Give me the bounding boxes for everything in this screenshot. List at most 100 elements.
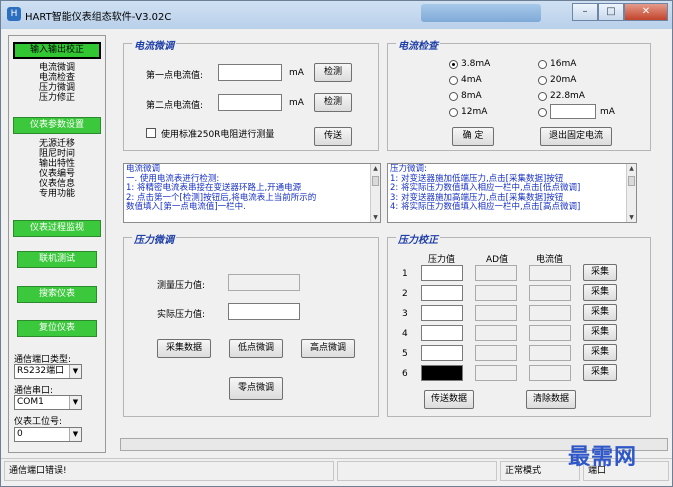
row-collect-button[interactable]: 采集 [583, 304, 617, 321]
first-current-input[interactable] [218, 64, 282, 81]
nav-item-damping-time[interactable]: 阻尼时间 [9, 149, 105, 159]
radio-22-8ma[interactable] [538, 92, 547, 101]
radio-4ma[interactable] [449, 76, 458, 85]
row-number: 5 [402, 349, 408, 359]
search-instrument-button[interactable]: 搜索仪表 [17, 286, 97, 303]
current-check-group: 电流检查 3.8mA 16mA 4mA 20mA 8mA 22.8mA 12mA… [387, 37, 651, 151]
nav-item-instrument-info[interactable]: 仪表信息 [9, 179, 105, 189]
second-current-input[interactable] [218, 94, 282, 111]
nav-item-current-trim[interactable]: 电流微调 [9, 63, 105, 73]
maximize-button[interactable]: □ [598, 3, 624, 21]
row-pressure-input[interactable] [421, 365, 463, 381]
pressure-help-textbox[interactable]: 压力微调: 1: 对变送器施加低端压力,点击[采集数据]按钮 2: 将实际压力数… [387, 163, 637, 223]
row-ad-input [475, 365, 517, 381]
row-collect-button[interactable]: 采集 [583, 364, 617, 381]
row-current-input [529, 325, 571, 341]
row-pressure-input[interactable] [421, 325, 463, 341]
input-output-correction-button[interactable]: 输入输出校正 [13, 42, 101, 59]
actual-pressure-label: 实际压力值: [157, 310, 206, 320]
scroll-down-icon[interactable]: ▼ [371, 213, 380, 223]
send-current-button[interactable]: 传送 [314, 127, 352, 146]
pressure-trim-group: 压力微调 测量压力值: 实际压力值: 采集数据 低点微调 高点微调 零点微调 [123, 231, 379, 417]
current-help-textbox[interactable]: 电流微调 一. 使用电流表进行检测: 1: 将精密电流表串接在变送器环路上,开通… [123, 163, 381, 223]
station-number-label: 仪表工位号: [14, 417, 63, 427]
send-data-button[interactable]: 传送数据 [424, 390, 474, 409]
collect-data-button[interactable]: 采集数据 [157, 339, 211, 358]
title-bar: H HART智能仪表组态软件-V3.02C – □ ✕ [1, 1, 672, 29]
radio-20ma[interactable] [538, 76, 547, 85]
second-current-unit: mA [289, 98, 304, 108]
process-monitor-button[interactable]: 仪表过程监视 [13, 220, 101, 237]
confirm-button[interactable]: 确 定 [452, 127, 494, 146]
nav-item-special-function[interactable]: 专用功能 [9, 189, 105, 199]
radio-custom[interactable] [538, 108, 547, 117]
row-ad-input [475, 345, 517, 361]
help-scrollbar[interactable]: ▲ ▼ [626, 164, 636, 222]
nav-item-instrument-number[interactable]: 仪表编号 [9, 169, 105, 179]
row-current-input [529, 345, 571, 361]
use-250r-resistor-checkbox[interactable] [146, 128, 156, 138]
row-collect-button[interactable]: 采集 [583, 324, 617, 341]
row-current-input [529, 285, 571, 301]
measured-pressure-label: 测量压力值: [157, 281, 206, 291]
client-area: 输入输出校正 电流微调 电流检查 压力微调 压力修正 仪表参数设置 无源迁移 阻… [5, 29, 668, 457]
scroll-up-icon[interactable]: ▲ [627, 164, 636, 174]
chevron-down-icon: ▼ [69, 365, 81, 378]
clear-data-button[interactable]: 清除数据 [526, 390, 576, 409]
row-current-input [529, 265, 571, 281]
detect-first-button[interactable]: 检测 [314, 63, 352, 82]
nav-item-pressure-trim[interactable]: 压力微调 [9, 83, 105, 93]
row-pressure-input[interactable] [421, 305, 463, 321]
radio-12ma[interactable] [449, 108, 458, 117]
station-number-select[interactable]: 0 ▼ [14, 427, 82, 442]
exit-fixed-current-button[interactable]: 退出固定电流 [540, 127, 612, 146]
port-type-select[interactable]: RS232端口 ▼ [14, 364, 82, 379]
close-button[interactable]: ✕ [624, 3, 668, 21]
watermark-text: 最需网 [568, 444, 638, 470]
minimize-button[interactable]: – [572, 3, 598, 21]
row-number: 2 [402, 289, 408, 299]
row-ad-input [475, 325, 517, 341]
radio-20ma-label: 20mA [550, 75, 577, 85]
row-collect-button[interactable]: 采集 [583, 264, 617, 281]
actual-pressure-input[interactable] [228, 303, 300, 320]
low-point-trim-button[interactable]: 低点微调 [229, 339, 283, 358]
radio-16ma[interactable] [538, 60, 547, 69]
help-scrollbar[interactable]: ▲ ▼ [370, 164, 380, 222]
row-pressure-input[interactable] [421, 285, 463, 301]
nav-item-output-characteristic[interactable]: 输出特性 [9, 159, 105, 169]
row-number: 1 [402, 269, 408, 279]
radio-8ma[interactable] [449, 92, 458, 101]
station-number-value: 0 [17, 429, 23, 439]
measured-pressure-input [228, 274, 300, 291]
scroll-thumb[interactable] [372, 176, 379, 186]
scroll-thumb[interactable] [628, 176, 635, 186]
radio-4ma-label: 4mA [461, 75, 482, 85]
col-current-header: 电流值 [536, 255, 564, 265]
online-test-button[interactable]: 联机测试 [17, 251, 97, 268]
row-number: 4 [402, 329, 408, 339]
row-pressure-input[interactable] [421, 265, 463, 281]
serial-port-select[interactable]: COM1 ▼ [14, 395, 82, 410]
row-number: 6 [402, 369, 408, 379]
custom-current-input[interactable] [550, 104, 596, 119]
row-number: 3 [402, 309, 408, 319]
row-collect-button[interactable]: 采集 [583, 284, 617, 301]
reset-instrument-button[interactable]: 复位仪表 [17, 320, 97, 337]
radio-8ma-label: 8mA [461, 91, 482, 101]
row-pressure-input[interactable] [421, 345, 463, 361]
scroll-down-icon[interactable]: ▼ [627, 213, 636, 223]
row-collect-button[interactable]: 采集 [583, 344, 617, 361]
radio-16ma-label: 16mA [550, 59, 577, 69]
scroll-up-icon[interactable]: ▲ [371, 164, 380, 174]
nav-item-current-check[interactable]: 电流检查 [9, 73, 105, 83]
use-250r-resistor-label: 使用标准250R电阻进行测量 [161, 130, 275, 140]
instrument-params-button[interactable]: 仪表参数设置 [13, 117, 101, 134]
high-point-trim-button[interactable]: 高点微调 [301, 339, 355, 358]
radio-12ma-label: 12mA [461, 107, 488, 117]
radio-3-8ma[interactable] [449, 60, 458, 69]
detect-second-button[interactable]: 检测 [314, 93, 352, 112]
nav-item-passive-migration[interactable]: 无源迁移 [9, 139, 105, 149]
zero-point-trim-button[interactable]: 零点微调 [229, 377, 283, 400]
nav-item-pressure-correct[interactable]: 压力修正 [9, 93, 105, 103]
